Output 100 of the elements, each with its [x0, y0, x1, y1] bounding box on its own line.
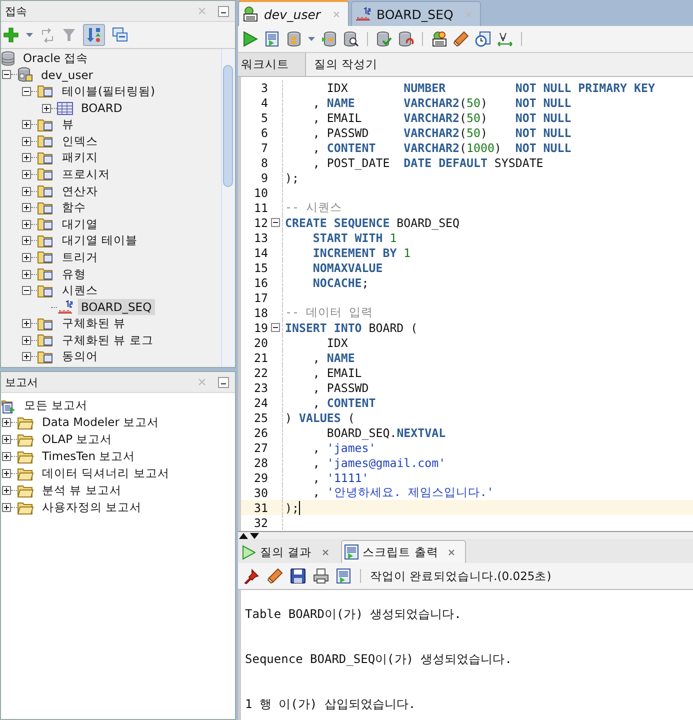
line-number: 12: [253, 216, 268, 230]
expand-icon[interactable]: [22, 153, 31, 162]
collapse-icon[interactable]: [2, 70, 11, 80]
tree-item[interactable]: 구체화된 뷰 로그: [59, 332, 156, 349]
expand-icon[interactable]: [22, 270, 31, 279]
expand-icon[interactable]: [2, 435, 11, 444]
expand-icon[interactable]: [42, 104, 51, 113]
expand-icon[interactable]: [2, 469, 11, 478]
code-line: ) VALUES (: [285, 410, 355, 424]
database-icon[interactable]: [321, 31, 337, 47]
line-number: 21: [253, 350, 268, 364]
output-tab[interactable]: 스크립트 출력: [340, 540, 466, 563]
scrollbar[interactable]: [221, 49, 234, 367]
tree-item[interactable]: BOARD_SEQ: [78, 299, 155, 316]
tree-item[interactable]: 유형: [59, 266, 89, 283]
expand-icon[interactable]: [22, 236, 31, 246]
collapse-icon[interactable]: [22, 86, 31, 96]
tree-item[interactable]: 데이터 딕셔너리 보고서: [39, 465, 172, 482]
editor-tab[interactable]: BOARD_SEQ: [350, 1, 482, 26]
expand-icon[interactable]: [2, 452, 11, 461]
run-icon[interactable]: [242, 31, 258, 47]
code-line: , '1111': [312, 470, 369, 484]
database-undo-icon[interactable]: [398, 31, 414, 47]
expand-icon[interactable]: [2, 503, 11, 512]
sort-button[interactable]: [83, 24, 105, 46]
tree-item[interactable]: 대기열 테이블: [59, 232, 141, 250]
tree-item[interactable]: 테이블(필터링됨): [59, 82, 158, 100]
fold-icon[interactable]: [270, 323, 280, 332]
expand-icon[interactable]: [22, 203, 31, 212]
tree-item[interactable]: TimesTen 보고서: [39, 448, 138, 465]
save-icon[interactable]: [290, 568, 306, 584]
code-line: , CONTENT VARCHAR2(1000) NOT NULL: [312, 140, 572, 154]
database-check-icon[interactable]: [376, 31, 392, 47]
run-icon: [242, 544, 256, 560]
tree-item[interactable]: 연산자: [59, 182, 101, 200]
code-line: , EMAIL: [312, 366, 362, 380]
tree-item[interactable]: 동의어: [59, 348, 101, 366]
folder-icon: [37, 200, 54, 215]
output-tab[interactable]: 질의 결과: [240, 541, 339, 563]
expand-icon[interactable]: [22, 319, 31, 328]
tree-item[interactable]: BOARD: [78, 100, 126, 116]
tree-item[interactable]: 대기열: [59, 216, 101, 233]
tree-item[interactable]: Oracle 접속: [20, 50, 92, 67]
code-editor[interactable]: [238, 77, 693, 531]
code-line: );: [285, 500, 299, 514]
tree-item[interactable]: 모든 보고서: [21, 397, 91, 414]
tree-item[interactable]: 사용자정의 보고서: [39, 499, 145, 516]
expand-icon[interactable]: [22, 352, 31, 362]
worksheet-tab[interactable]: 질의 작성기: [306, 53, 384, 76]
script-icon[interactable]: [336, 568, 351, 584]
tree-item[interactable]: 프로시저: [59, 166, 113, 183]
database-search-icon[interactable]: [343, 31, 359, 47]
tree-item[interactable]: OLAP 보고서: [39, 431, 116, 448]
code-line: , PASSWD VARCHAR2(50) NOT NULL: [312, 126, 572, 140]
print-icon[interactable]: [313, 568, 329, 584]
tree-item[interactable]: 패키지: [59, 149, 101, 166]
close-icon[interactable]: [322, 548, 329, 556]
sequence-icon: [354, 7, 371, 21]
worksheet-tab[interactable]: 워크시트: [238, 53, 306, 76]
tree-item[interactable]: 구체화된 뷰: [59, 315, 129, 332]
tree-item[interactable]: 분석 뷰 보고서: [39, 482, 124, 499]
close-icon[interactable]: [448, 548, 456, 556]
expand-icon[interactable]: [2, 486, 11, 495]
collapse-icon[interactable]: [22, 286, 31, 296]
sql-worksheet-icon[interactable]: [431, 31, 447, 47]
expand-icon[interactable]: [22, 252, 31, 262]
database-icon[interactable]: [286, 31, 302, 47]
split-arrows-icon[interactable]: [239, 532, 259, 538]
swap-arrows-icon[interactable]: [497, 31, 513, 47]
line-number: 10: [253, 186, 268, 200]
eraser-icon[interactable]: [453, 31, 469, 47]
caret-icon[interactable]: [308, 37, 315, 41]
tree-item[interactable]: 인덱스: [59, 132, 101, 150]
editor-tab[interactable]: dev_user: [238, 0, 349, 26]
expand-icon[interactable]: [22, 136, 31, 146]
expand-icon[interactable]: [2, 418, 11, 427]
tree-item[interactable]: 함수: [59, 199, 89, 216]
expand-icon[interactable]: [22, 336, 31, 345]
eraser-icon[interactable]: [267, 568, 283, 584]
expand-icon[interactable]: [22, 170, 31, 179]
clock-icon[interactable]: [475, 31, 491, 47]
minimize-icon[interactable]: [218, 376, 229, 388]
minimize-icon[interactable]: [218, 6, 229, 16]
tree-item[interactable]: 뷰: [59, 116, 77, 134]
caret-icon[interactable]: [26, 33, 33, 37]
database-icon: [1, 50, 15, 66]
tree-item[interactable]: Data Modeler 보고서: [39, 414, 162, 431]
line-number: 15: [253, 260, 268, 274]
tree-item[interactable]: dev_user: [38, 66, 96, 83]
code-line: IDX: [326, 336, 348, 350]
expand-icon[interactable]: [22, 186, 31, 196]
windows-icon[interactable]: [112, 27, 128, 43]
tree-item[interactable]: 트리거: [59, 248, 101, 266]
tree-item[interactable]: 시퀀스: [59, 282, 101, 300]
expand-icon[interactable]: [22, 120, 31, 130]
pin-icon[interactable]: [244, 568, 260, 584]
fold-icon[interactable]: [270, 218, 280, 227]
script-icon[interactable]: [264, 31, 280, 47]
add-icon[interactable]: [3, 27, 19, 43]
expand-icon[interactable]: [22, 220, 31, 229]
